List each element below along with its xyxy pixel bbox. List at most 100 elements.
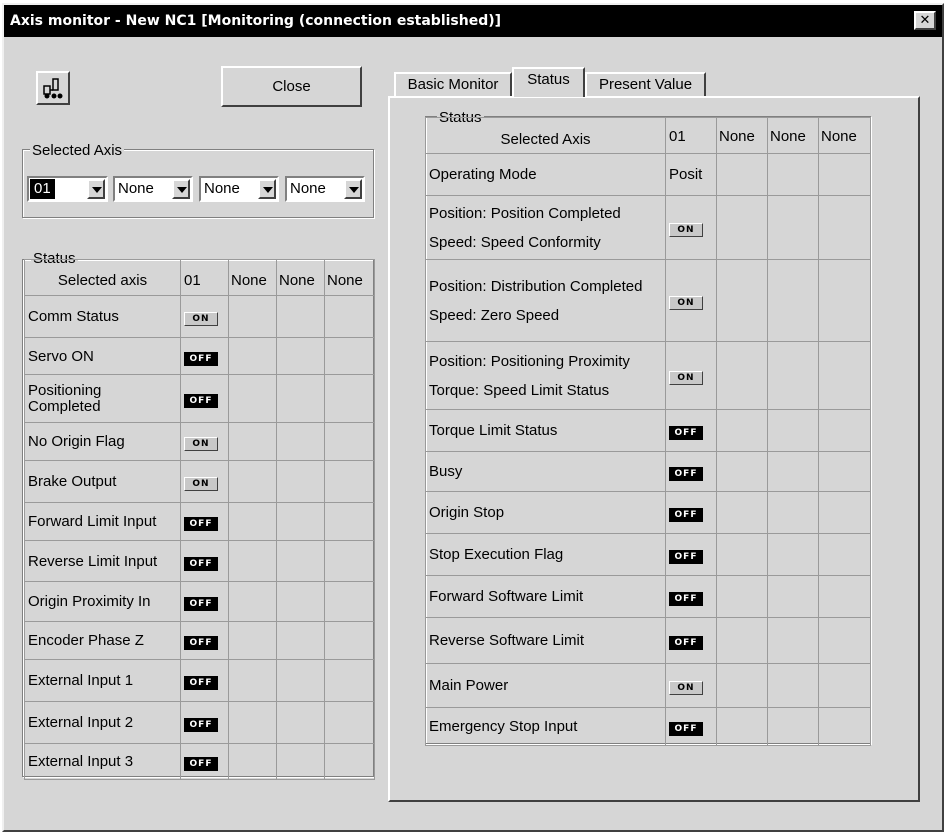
row-value-axis-01: Posit [665,153,717,196]
status-indicator-off: OFF [184,676,218,690]
empty-cell [767,409,819,452]
row-value-axis-01: OFF [665,707,717,746]
row-label-line1: Position: Distribution Completed [429,277,643,295]
empty-cell [767,663,819,708]
empty-cell [324,337,375,375]
tab-present-value[interactable]: Present Value [585,72,706,98]
row-value-axis-01: OFF [665,575,717,618]
operating-mode-value: Posit [669,166,703,183]
empty-cell [818,617,871,664]
chevron-down-icon[interactable] [87,179,105,199]
row-value-axis-01: OFF [665,617,717,664]
row-label-line1: Reverse Software Limit [429,632,585,649]
row-label-line1: Position: Position Completed [429,204,621,222]
row-value-axis-01: OFF [180,659,229,702]
row-label: Emergency Stop Input [425,707,666,746]
axis-select-value: None [118,180,154,197]
selected-axis-group-label: Selected Axis [30,142,125,159]
chevron-down-icon[interactable] [344,179,362,199]
status-indicator-off: OFF [184,351,218,366]
empty-cell [228,540,277,582]
empty-cell [228,621,277,660]
empty-cell [767,533,819,576]
status-indicator-off: OFF [184,636,218,650]
empty-cell [818,451,871,492]
empty-cell [767,195,819,260]
empty-cell [324,743,375,780]
empty-cell [276,540,325,582]
empty-cell [716,195,768,260]
table-row: Torque Limit Status OFF [425,409,871,452]
row-label: Forward Software Limit [425,575,666,618]
empty-cell [818,259,871,342]
close-button[interactable]: Close [221,66,362,107]
empty-cell [276,701,325,744]
row-label: Origin Proximity In [24,581,181,622]
empty-cell [818,663,871,708]
status-indicator-off: OFF [184,757,218,771]
table-row: Position: Distribution Completed Speed: Z… [425,259,871,342]
tab-status[interactable]: Status [512,67,585,97]
table-row: Reverse Limit Input OFF [24,540,375,582]
axis-select-4[interactable]: None [285,176,365,202]
empty-cell [324,540,375,582]
row-value-axis-01: OFF [665,409,717,452]
axis-monitor-icon-button[interactable] [36,71,70,105]
row-value-axis-01: OFF [180,621,229,660]
table-row: Emergency Stop Input OFF [425,707,871,746]
row-label: Forward Limit Input [24,502,181,541]
table-row: Forward Limit Input OFF [24,502,375,541]
row-value-axis-01: ON [665,663,717,708]
empty-cell [818,575,871,618]
empty-cell [228,502,277,541]
row-label: Origin Stop [425,491,666,534]
row-label: Main Power [425,663,666,708]
empty-cell [818,533,871,576]
empty-cell [716,341,768,410]
header-axis-column: None [276,259,325,296]
axis-select-3[interactable]: None [199,176,279,202]
chevron-down-icon[interactable] [258,179,276,199]
empty-cell [228,743,277,780]
right-status-table: Selected Axis 01 None None None Operating Mod… [425,117,871,746]
empty-cell [276,422,325,461]
header-selected-axis: Selected Axis [425,117,666,154]
status-indicator-on: ON [184,312,218,326]
empty-cell [228,374,277,423]
header-axis-column: None [767,117,819,154]
row-value-axis-01: ON [665,341,717,410]
empty-cell [276,295,325,338]
empty-cell [324,701,375,744]
table-row: Reverse Software Limit OFF [425,617,871,664]
status-indicator-off: OFF [669,636,703,650]
tab-basic-monitor[interactable]: Basic Monitor [394,72,512,98]
empty-cell [767,575,819,618]
status-indicator-on: ON [669,223,703,237]
row-value-axis-01: OFF [180,502,229,541]
empty-cell [324,295,375,338]
row-value-axis-01: ON [180,460,229,503]
axis-select-value: None [204,180,240,197]
status-indicator-off: OFF [669,550,703,564]
axis-icon [43,78,63,99]
empty-cell [228,581,277,622]
empty-cell [276,743,325,780]
table-row: Encoder Phase Z OFF [24,621,375,660]
row-label: External Input 1 [24,659,181,702]
header-axis-column: None [228,259,277,296]
axis-select-1[interactable]: 01 [27,176,108,202]
chevron-down-icon[interactable] [172,179,190,199]
axis-select-2[interactable]: None [113,176,193,202]
empty-cell [716,259,768,342]
empty-cell [818,153,871,196]
empty-cell [716,663,768,708]
empty-cell [228,422,277,461]
empty-cell [716,153,768,196]
window-title: Axis monitor - New NC1 [Monitoring (conn… [10,13,502,29]
header-axis-column: 01 [665,117,717,154]
window-close-icon[interactable]: ✕ [914,11,936,30]
empty-cell [276,502,325,541]
table-row: Position: Positioning Proximity Torque: S… [425,341,871,410]
empty-cell [276,374,325,423]
table-header-row: Selected Axis 01 None None None [425,117,871,154]
